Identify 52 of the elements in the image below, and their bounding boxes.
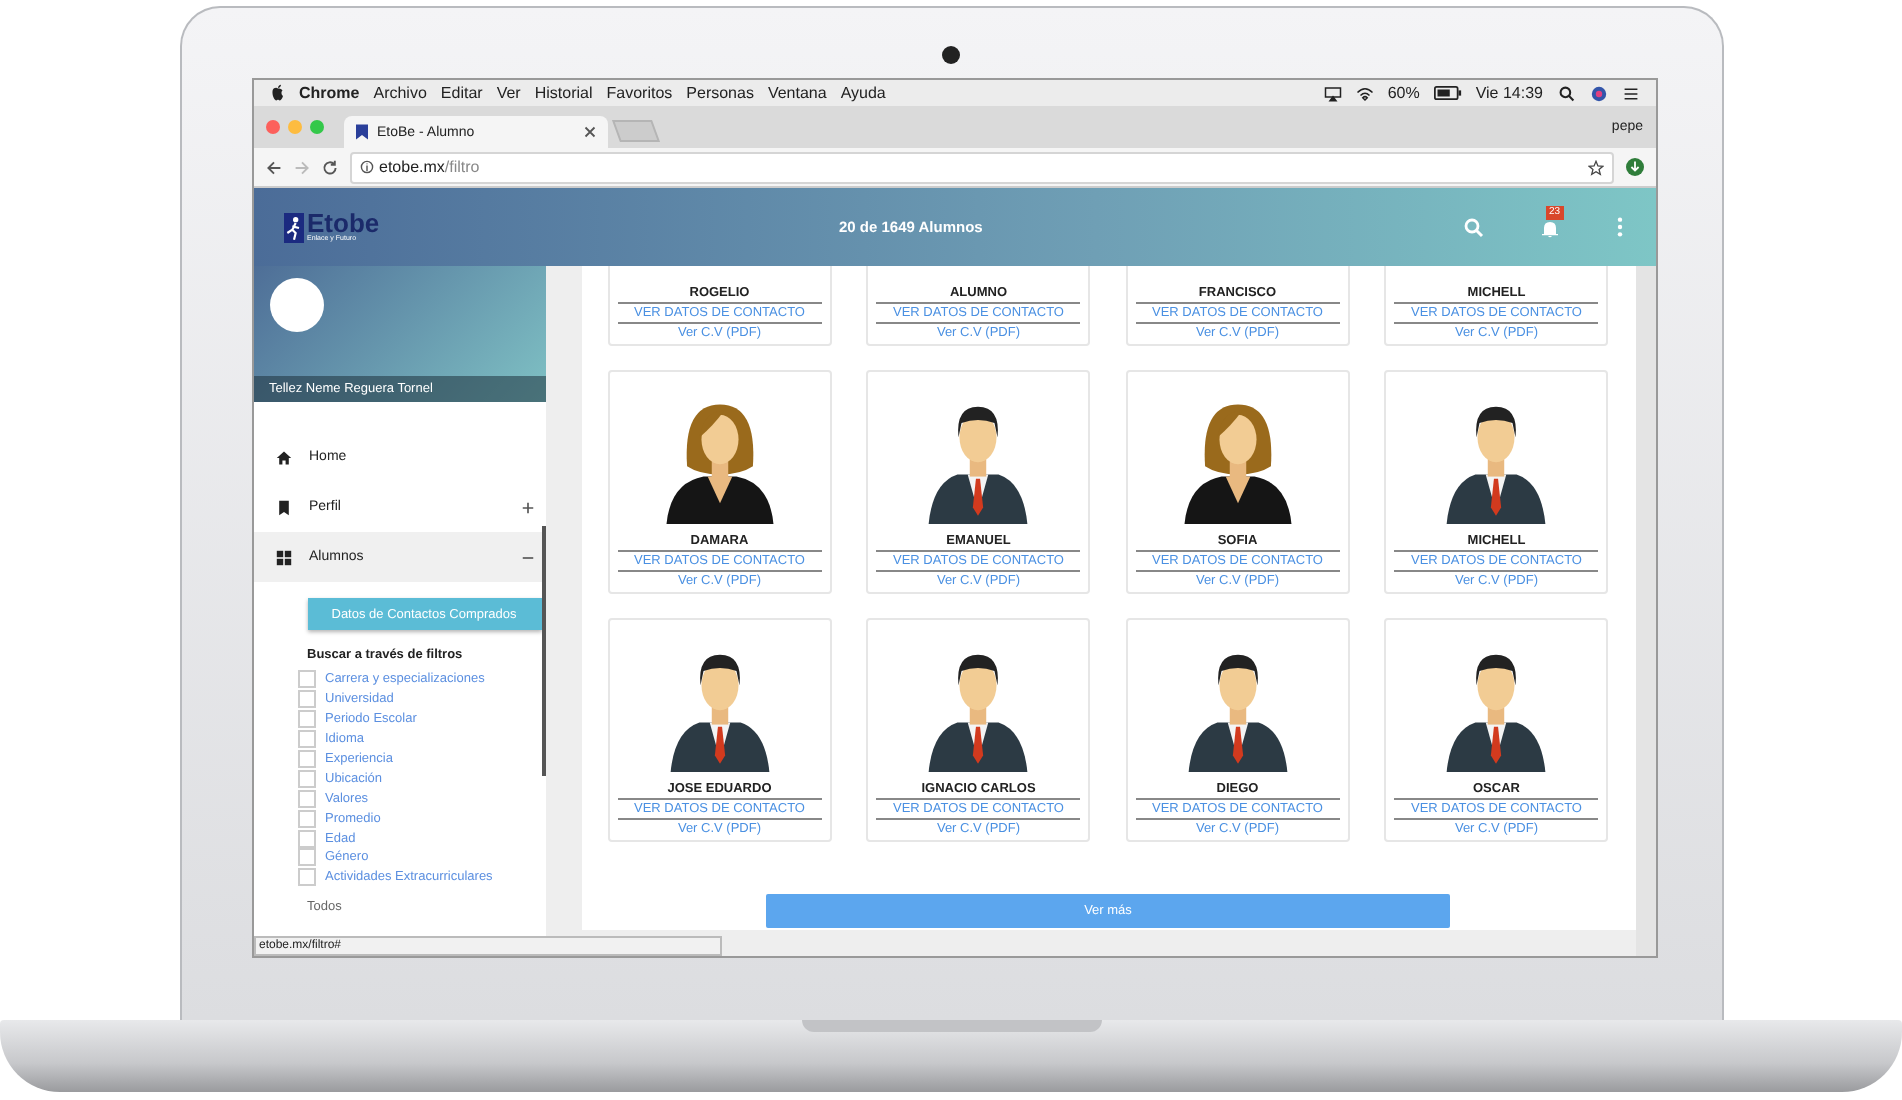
- menu-item[interactable]: Historial: [534, 84, 593, 102]
- filter-checkbox[interactable]: [297, 809, 315, 828]
- scrollbar[interactable]: [1635, 266, 1655, 956]
- more-icon[interactable]: [1615, 216, 1623, 238]
- flag-icon: [355, 124, 367, 140]
- search-icon[interactable]: [1557, 85, 1575, 101]
- filter-checkbox[interactable]: [297, 868, 315, 887]
- home-icon: [275, 449, 291, 465]
- menu-item[interactable]: Ventana: [767, 84, 827, 102]
- menu-item[interactable]: Ayuda: [840, 84, 886, 102]
- list-icon[interactable]: [1621, 85, 1639, 101]
- info-icon: [359, 160, 373, 174]
- scrollbar[interactable]: [541, 526, 545, 776]
- download-icon[interactable]: [1625, 158, 1643, 176]
- siri-icon[interactable]: [1589, 85, 1607, 101]
- reload-icon[interactable]: [321, 159, 337, 175]
- apple-icon[interactable]: [269, 84, 285, 102]
- minus-icon[interactable]: [521, 551, 533, 563]
- battery-percent: 60%: [1387, 84, 1420, 102]
- menu-item[interactable]: Editar: [440, 84, 483, 102]
- filter-checkbox[interactable]: [297, 750, 315, 768]
- dashboard-icon: [275, 549, 291, 565]
- star-icon[interactable]: [1587, 159, 1603, 175]
- menu-clock[interactable]: Vie 14:39: [1475, 84, 1543, 102]
- camera-icon: [941, 46, 959, 64]
- filter-checkbox[interactable]: [297, 690, 315, 709]
- address-field[interactable]: etobe.mx/filtro: [349, 151, 1613, 183]
- app-menu[interactable]: Chrome: [299, 84, 360, 102]
- filter-checkbox[interactable]: [297, 710, 315, 729]
- filter-checkbox[interactable]: [297, 730, 315, 749]
- avatar-placeholder: [269, 278, 323, 332]
- menu-item[interactable]: Favoritos: [606, 84, 673, 102]
- battery-icon[interactable]: [1433, 86, 1462, 100]
- window-controls-icon[interactable]: [265, 120, 323, 134]
- menu-item[interactable]: Archivo: [373, 84, 427, 102]
- back-icon[interactable]: [265, 159, 281, 175]
- filter-checkbox[interactable]: [297, 829, 315, 848]
- filter-checkbox[interactable]: [297, 789, 315, 808]
- runner-icon: [283, 209, 303, 245]
- airplay-icon[interactable]: [1323, 85, 1342, 101]
- filter-checkbox[interactable]: [297, 769, 315, 788]
- menu-item[interactable]: Ver: [496, 84, 521, 102]
- close-icon[interactable]: [583, 126, 595, 138]
- bell-icon[interactable]: [1539, 217, 1559, 237]
- new-tab-button[interactable]: [611, 120, 659, 142]
- forward-icon[interactable]: [293, 159, 309, 175]
- bookmark-icon: [275, 499, 291, 515]
- menu-item[interactable]: Personas: [686, 84, 754, 102]
- plus-icon[interactable]: [521, 501, 533, 513]
- filter-checkbox[interactable]: [297, 848, 315, 867]
- wifi-icon[interactable]: [1355, 85, 1374, 101]
- filter-checkbox[interactable]: [297, 670, 315, 689]
